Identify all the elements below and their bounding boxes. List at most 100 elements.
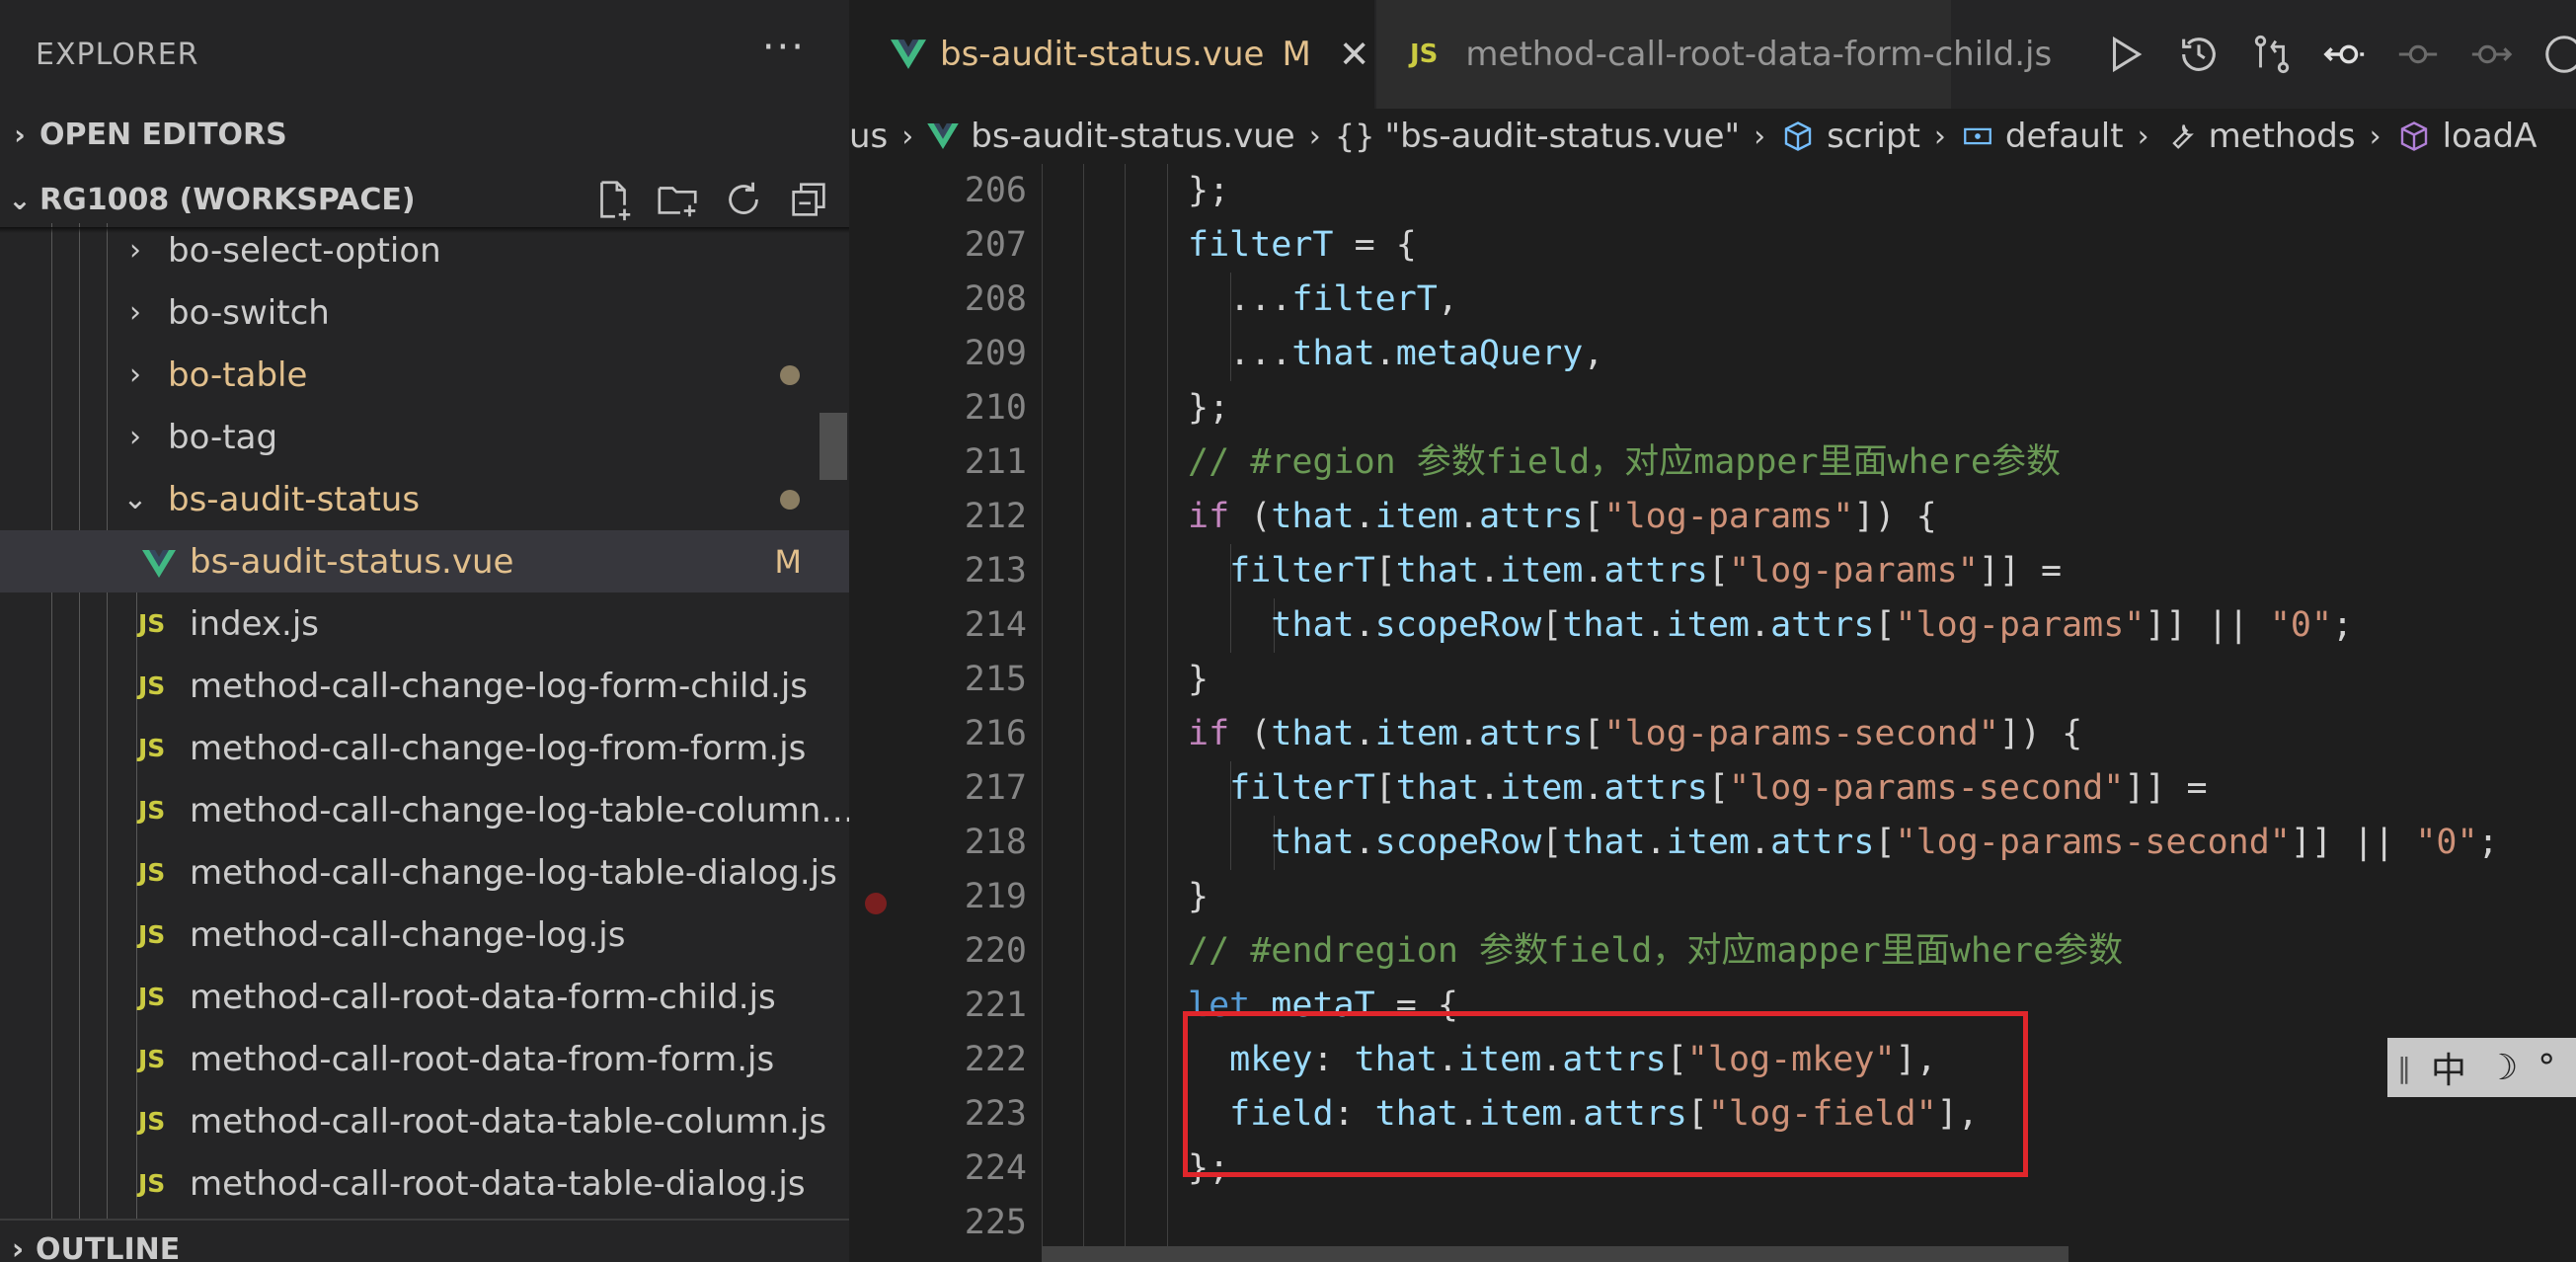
tree-item-folder[interactable]: › bo-switch bbox=[0, 281, 849, 344]
tree-item-label: method-call-root-data-table-column.js bbox=[190, 1101, 827, 1142]
go-forward-commit-icon[interactable] bbox=[2468, 32, 2514, 77]
line-number: 208 bbox=[964, 279, 1027, 319]
line-number: 216 bbox=[964, 714, 1027, 753]
js-file-icon: JS bbox=[138, 671, 166, 700]
tree-item-file[interactable]: JS method-call-root-data-table-column.js bbox=[0, 1090, 849, 1152]
new-file-icon[interactable] bbox=[590, 177, 636, 222]
ime-toolbar[interactable]: ‖ 中 ☽ ° bbox=[2387, 1038, 2576, 1097]
line-number: 211 bbox=[964, 442, 1027, 482]
timeline-history-icon[interactable] bbox=[2176, 32, 2222, 77]
line-number: 212 bbox=[964, 497, 1027, 536]
tree-item-file[interactable]: JS method-call-change-log-table-dialog.j… bbox=[0, 841, 849, 904]
tree-item-file[interactable]: JS method-call-change-log-from-form.js bbox=[0, 717, 849, 779]
wrench-icon bbox=[2171, 124, 2194, 149]
breadcrumb-item[interactable]: "bs-audit-status.vue" bbox=[1384, 117, 1740, 156]
refresh-icon[interactable] bbox=[721, 177, 766, 222]
tree-item-file[interactable]: JS method-call-root-data-from-form.js bbox=[0, 1028, 849, 1090]
compare-changes-icon[interactable] bbox=[2249, 32, 2295, 77]
tab-label: method-call-root-data-form-child.js bbox=[1465, 35, 2053, 74]
breadcrumb-item[interactable]: default bbox=[2005, 117, 2124, 156]
code-line: // #region 参数field，对应mapper里面where参数 bbox=[1188, 442, 2061, 482]
workspace-section[interactable]: ⌄ RG1008 (WORKSPACE) bbox=[0, 168, 849, 231]
punctuation-icon[interactable]: ° bbox=[2537, 1048, 2555, 1088]
line-number: 218 bbox=[964, 823, 1027, 862]
chevron-right-icon: › bbox=[2369, 118, 2381, 154]
explorer-title: EXPLORER bbox=[36, 37, 199, 72]
breadcrumb-item[interactable]: us bbox=[849, 117, 888, 156]
code-line: }; bbox=[1188, 388, 1230, 428]
breakpoint-icon[interactable] bbox=[865, 893, 887, 914]
chevron-down-icon: ⌄ bbox=[8, 183, 32, 216]
chevron-down-icon: ⌄ bbox=[122, 482, 148, 516]
line-number: 220 bbox=[964, 931, 1027, 971]
line-number: 215 bbox=[964, 660, 1027, 699]
js-file-icon: JS bbox=[138, 858, 166, 887]
moon-icon[interactable]: ☽ bbox=[2486, 1048, 2518, 1088]
code-line: } bbox=[1188, 877, 1210, 916]
tab-method-call-root-data-form-child[interactable]: JS method-call-root-data-form-child.js bbox=[1376, 0, 2052, 109]
tree-item-label: bo-table bbox=[168, 355, 308, 395]
chevron-right-icon: › bbox=[129, 233, 141, 268]
js-file-icon: JS bbox=[138, 734, 166, 762]
method-cube-icon bbox=[2400, 121, 2427, 151]
close-icon[interactable]: ✕ bbox=[1339, 33, 1370, 76]
sidebar-scrollbar-thumb[interactable] bbox=[820, 413, 847, 480]
tree-item-folder[interactable]: › bo-tag bbox=[0, 406, 849, 468]
code-line: filterT[that.item.attrs["log-params-seco… bbox=[1229, 768, 2208, 808]
tree-item-file[interactable]: JS index.js bbox=[0, 592, 849, 655]
new-folder-icon[interactable] bbox=[656, 177, 701, 222]
tree-item-file[interactable]: JS method-call-change-log-table-column… bbox=[0, 779, 849, 841]
breadcrumb-item[interactable]: bs-audit-status.vue bbox=[971, 117, 1294, 156]
tree-item-file[interactable]: JS method-call-root-data-table-dialog.js bbox=[0, 1152, 849, 1215]
workspace-actions bbox=[590, 168, 831, 231]
vue-file-icon bbox=[927, 123, 960, 149]
code-line: that.scopeRow[that.item.attrs["log-param… bbox=[1271, 823, 2499, 862]
tree-item-folder[interactable]: › bo-table bbox=[0, 344, 849, 406]
run-icon[interactable] bbox=[2103, 32, 2148, 77]
breadcrumb-item[interactable]: loadA bbox=[2443, 117, 2537, 156]
horizontal-scrollbar-thumb[interactable] bbox=[1042, 1246, 2069, 1262]
line-number: 207 bbox=[964, 225, 1027, 265]
account-icon[interactable] bbox=[2541, 32, 2576, 77]
ime-language[interactable]: 中 bbox=[2431, 1042, 2466, 1093]
open-editors-section[interactable]: › OPEN EDITORS bbox=[0, 103, 849, 166]
breadcrumb-item[interactable]: script bbox=[1827, 117, 1920, 156]
editor-actions bbox=[2103, 0, 2576, 109]
modified-badge: M bbox=[1282, 35, 1311, 74]
workspace-label: RG1008 (WORKSPACE) bbox=[39, 182, 416, 217]
tab-bs-audit-status-vue[interactable]: bs-audit-status.vue M ✕ bbox=[849, 0, 1374, 109]
code-line: that.scopeRow[that.item.attrs["log-param… bbox=[1271, 605, 2354, 645]
go-back-commit-icon[interactable] bbox=[2322, 32, 2368, 77]
module-cube-icon bbox=[1784, 121, 1812, 151]
line-number: 219 bbox=[964, 877, 1027, 916]
tree-item-folder-open[interactable]: ⌄ bs-audit-status bbox=[0, 468, 849, 530]
more-actions-icon[interactable]: ··· bbox=[762, 28, 806, 67]
chevron-right-icon: › bbox=[129, 295, 141, 330]
file-tree: › bo-select-option › bo-switch › bo-tabl… bbox=[0, 223, 849, 1221]
commit-icon[interactable] bbox=[2395, 32, 2441, 77]
editor-tab-bar: bs-audit-status.vue M ✕ JS method-call-r… bbox=[849, 0, 2576, 109]
drag-handle-icon[interactable]: ‖ bbox=[2397, 1052, 2411, 1084]
section-shadow bbox=[0, 227, 849, 233]
tree-item-file[interactable]: JS method-call-root-data-form-child.js bbox=[0, 966, 849, 1028]
chevron-right-icon: › bbox=[901, 118, 914, 154]
outline-section[interactable]: › OUTLINE bbox=[0, 1219, 849, 1262]
tree-item-file[interactable]: JS method-call-change-log-form-child.js bbox=[0, 655, 849, 717]
breadcrumb: us › bs-audit-status.vue › {} "bs-audit-… bbox=[849, 109, 2576, 164]
line-number: 222 bbox=[964, 1040, 1027, 1079]
code-line: if (that.item.attrs["log-params"]) { bbox=[1188, 497, 1937, 536]
tree-item-label: index.js bbox=[190, 603, 319, 644]
chevron-right-icon: › bbox=[1754, 118, 1766, 154]
breadcrumb-item[interactable]: methods bbox=[2209, 117, 2356, 156]
line-number: 213 bbox=[964, 551, 1027, 591]
tree-item-file-selected[interactable]: bs-audit-status.vue M bbox=[0, 530, 849, 592]
tree-item-file[interactable]: JS method-call-change-log.js bbox=[0, 904, 849, 966]
chevron-right-icon: › bbox=[129, 420, 141, 454]
line-number: 214 bbox=[964, 605, 1027, 645]
tree-item-label: method-call-root-data-from-form.js bbox=[190, 1039, 775, 1079]
line-number: 224 bbox=[964, 1148, 1027, 1188]
modified-badge: M bbox=[774, 542, 802, 581]
indent-guide bbox=[1167, 164, 1168, 1262]
collapse-all-icon[interactable] bbox=[786, 177, 831, 222]
open-editors-label: OPEN EDITORS bbox=[39, 117, 287, 152]
